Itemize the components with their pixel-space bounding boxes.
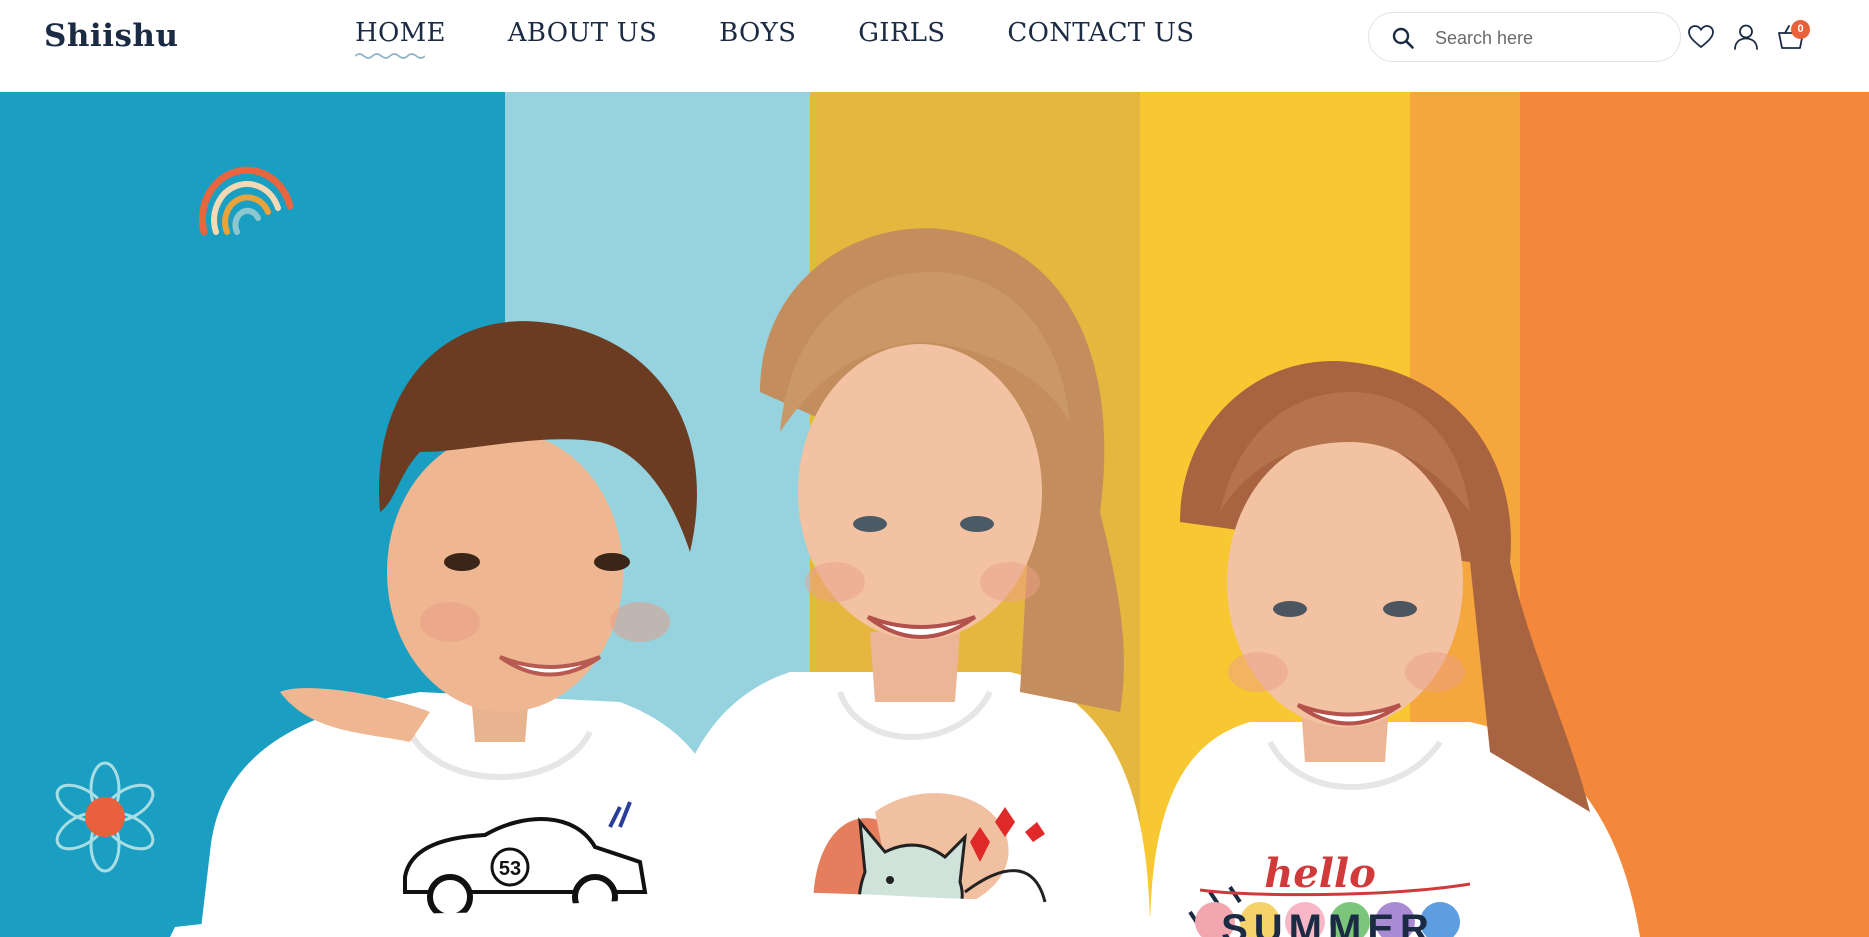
nav-home-label: HOME (355, 18, 446, 48)
nav-about-us[interactable]: ABOUT US (508, 18, 657, 48)
child-boy-figure: 53 (200, 321, 740, 937)
shirt-hello-text: hello (1264, 850, 1376, 897)
user-icon[interactable] (1731, 22, 1761, 52)
active-underline-icon (355, 53, 425, 59)
nav-contact-us[interactable]: CONTACT US (1007, 18, 1194, 48)
rainbow-doodle-icon (198, 166, 294, 236)
nav-girls[interactable]: GIRLS (858, 18, 945, 48)
car-number: 53 (499, 858, 521, 880)
hero-banner: 53 hello SUMMER (0, 92, 1869, 937)
site-header: Shiishu HOME ABOUT US BOYS GIRLS CONTACT… (0, 0, 1869, 92)
heart-icon[interactable] (1686, 22, 1716, 52)
brand-logo[interactable]: Shiishu (44, 18, 179, 54)
child-girl-right-figure: hello SUMMER (1150, 361, 1640, 937)
search-icon[interactable] (1391, 26, 1415, 50)
flower-doodle-icon (55, 761, 155, 873)
search-input[interactable] (1433, 23, 1667, 53)
hero-image: 53 hello SUMMER (55, 166, 1640, 937)
nav-boys[interactable]: BOYS (719, 18, 796, 48)
shirt-summer-text: SUMMER (1221, 907, 1435, 937)
nav-home[interactable]: HOME (355, 18, 446, 59)
main-nav: HOME ABOUT US BOYS GIRLS CONTACT US (355, 18, 1194, 59)
child-girl-middle-figure (660, 228, 1150, 937)
search-box[interactable] (1368, 12, 1681, 62)
cart-count-badge: 0 (1791, 20, 1810, 39)
